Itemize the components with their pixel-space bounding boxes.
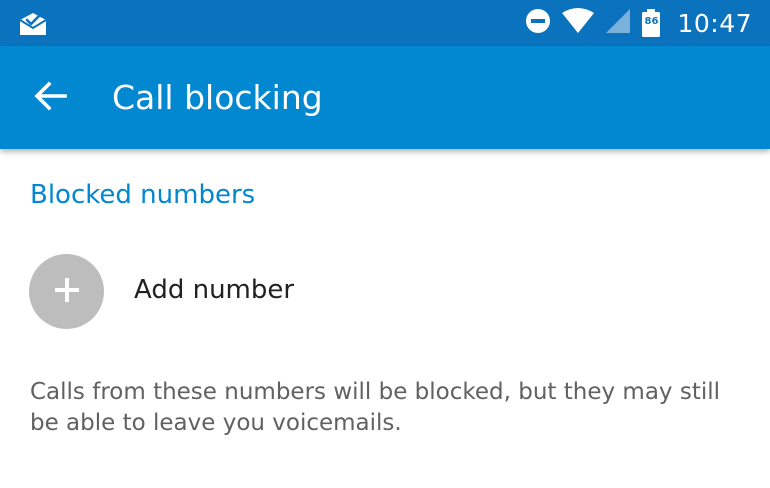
battery-level: 86 xyxy=(644,16,659,27)
status-icons: 86 10:47 xyxy=(525,0,752,46)
status-bar: 86 10:47 xyxy=(0,0,770,46)
status-time: 10:47 xyxy=(677,8,752,38)
add-number-label: Add number xyxy=(134,275,295,305)
back-button[interactable] xyxy=(30,81,70,115)
arrow-back-icon xyxy=(33,81,67,115)
blocking-description: Calls from these numbers will be blocked… xyxy=(30,379,721,436)
add-number-button[interactable]: Add number xyxy=(0,249,770,333)
battery-icon: 86 xyxy=(641,8,661,38)
cell-signal-icon xyxy=(605,8,631,38)
plus-icon xyxy=(54,277,80,307)
app-bar: Call blocking xyxy=(0,46,770,149)
blocked-numbers-section: Blocked numbers Add number Calls from th… xyxy=(0,149,770,488)
mail-check-icon xyxy=(18,11,48,37)
section-header: Blocked numbers xyxy=(30,180,256,210)
add-number-avatar xyxy=(29,254,104,329)
page-title: Call blocking xyxy=(112,78,323,117)
wifi-icon xyxy=(561,8,595,38)
do-not-disturb-icon xyxy=(525,8,551,38)
